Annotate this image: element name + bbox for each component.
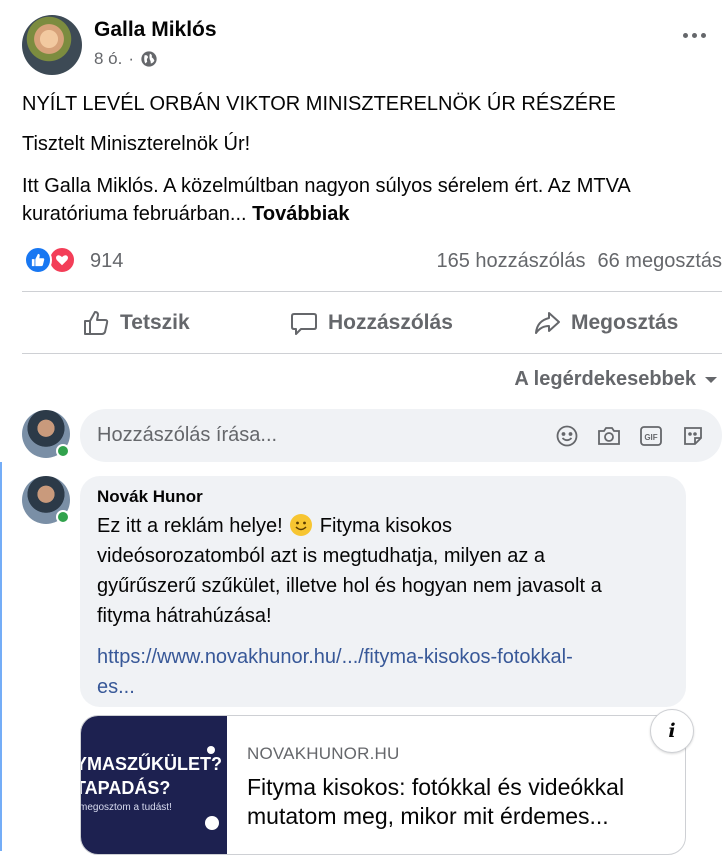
emoji-icon[interactable] bbox=[554, 423, 580, 449]
post-body-line2: kuratóriuma februárban... bbox=[22, 203, 247, 225]
post-time[interactable]: 8 ó. bbox=[94, 49, 122, 69]
post-greeting: Tisztelt Miniszterelnök Úr! bbox=[22, 130, 712, 158]
post-meta: 8 ó. · bbox=[94, 49, 158, 69]
thumbnail-line1: YMASZŰKÜLET? bbox=[81, 754, 222, 774]
smiley-emoji-icon bbox=[290, 514, 312, 536]
sort-label: A legérdekesebbek bbox=[514, 368, 696, 391]
comment-sort-dropdown[interactable]: A legérdekesebbek bbox=[514, 368, 718, 391]
online-status-dot bbox=[56, 510, 70, 524]
info-icon[interactable]: i bbox=[650, 709, 694, 753]
share-label: Megosztás bbox=[571, 311, 678, 335]
post-title-line: NYÍLT LEVÉL ORBÁN VIKTOR MINISZTERELNÖK … bbox=[22, 90, 712, 118]
comment-input[interactable] bbox=[80, 423, 554, 448]
thumbnail-headline: YMASZŰKÜLET? TAPADÁS? bbox=[81, 752, 222, 800]
thumbnail-caption: megosztom a tudást! bbox=[81, 802, 172, 813]
comment-link[interactable]: https://www.novakhunor.hu/.../fityma-kis… bbox=[97, 642, 667, 702]
love-reaction-icon bbox=[48, 246, 76, 274]
comment-link-line2[interactable]: es... bbox=[97, 676, 135, 698]
thumbnail-line2: TAPADÁS? bbox=[81, 778, 170, 798]
like-reaction-icon bbox=[24, 246, 52, 274]
preview-title-line2: mutatom meg, mikor mit érdemes... bbox=[247, 803, 609, 829]
post-body: Itt Galla Miklós. A közelmúltban nagyon … bbox=[22, 172, 712, 228]
thumbnail-dot bbox=[207, 746, 215, 754]
preview-thumbnail[interactable]: YMASZŰKÜLET? TAPADÁS? megosztom a tudást… bbox=[81, 716, 227, 855]
preview-domain: NOVAKHUNOR.HU bbox=[247, 744, 399, 764]
author-avatar[interactable] bbox=[22, 15, 82, 75]
link-preview-card[interactable]: YMASZŰKÜLET? TAPADÁS? megosztom a tudást… bbox=[80, 715, 686, 855]
comment-text-line1: Ez itt a reklám helye! bbox=[97, 515, 283, 537]
divider bbox=[22, 291, 722, 292]
speech-bubble-icon bbox=[290, 309, 318, 337]
like-label: Tetszik bbox=[120, 311, 190, 335]
share-arrow-icon bbox=[533, 309, 561, 337]
svg-text:GIF: GIF bbox=[644, 433, 657, 442]
thread-line bbox=[0, 462, 2, 851]
thumbnail-dot bbox=[205, 816, 219, 830]
comment-label: Hozzászólás bbox=[328, 311, 453, 335]
see-more-link[interactable]: Továbbiak bbox=[252, 203, 349, 225]
reaction-icons[interactable] bbox=[24, 246, 76, 274]
thumbs-up-icon bbox=[82, 309, 110, 337]
more-options-icon[interactable] bbox=[680, 28, 708, 42]
comment-author[interactable]: Novák Hunor bbox=[97, 487, 203, 507]
comment-button[interactable]: Hozzászólás bbox=[290, 300, 453, 346]
like-button[interactable]: Tetszik bbox=[82, 300, 190, 346]
post-stats: 165 hozzászólás 66 megosztás bbox=[437, 250, 722, 273]
comment-text-line4: fityma hátrahúzása! bbox=[97, 605, 272, 627]
comment-link-line1[interactable]: https://www.novakhunor.hu/.../fityma-kis… bbox=[97, 646, 573, 668]
comment-input-box[interactable]: GIF bbox=[80, 409, 722, 462]
comment-text: Ez itt a reklám helye! Fityma kisokos vi… bbox=[97, 511, 677, 631]
caret-down-icon bbox=[704, 375, 718, 385]
post-body-line1: Itt Galla Miklós. A közelmúltban nagyon … bbox=[22, 175, 631, 197]
divider bbox=[22, 353, 722, 354]
comment-text-line1-rest: Fityma kisokos bbox=[320, 515, 452, 537]
share-button[interactable]: Megosztás bbox=[533, 300, 678, 346]
globe-icon[interactable] bbox=[140, 50, 158, 68]
camera-icon[interactable] bbox=[596, 423, 622, 449]
comment-count[interactable]: 165 hozzászólás bbox=[437, 250, 586, 273]
preview-title[interactable]: Fityma kisokos: fotókkal és videókkal mu… bbox=[247, 773, 667, 831]
share-count[interactable]: 66 megosztás bbox=[597, 250, 722, 273]
online-status-dot bbox=[56, 444, 70, 458]
comment-text-line3: gyűrűszerű szűkület, illetve hol és hogy… bbox=[97, 575, 602, 597]
preview-title-line1: Fityma kisokos: fotókkal és videókkal bbox=[247, 774, 624, 800]
sticker-icon[interactable] bbox=[680, 423, 706, 449]
reaction-count[interactable]: 914 bbox=[90, 250, 123, 273]
comment-text-line2: videósorozatomból azt is megtudhatja, mi… bbox=[97, 545, 545, 567]
post-author[interactable]: Galla Miklós bbox=[94, 18, 217, 42]
gif-icon[interactable]: GIF bbox=[638, 423, 664, 449]
